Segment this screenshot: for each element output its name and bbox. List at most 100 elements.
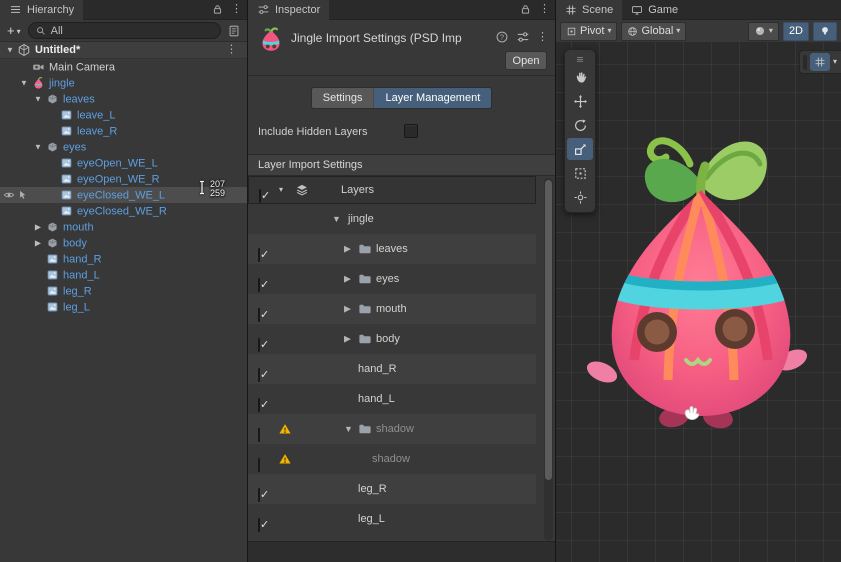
layer-row-hand_L[interactable]: hand_L — [248, 384, 536, 414]
foldout-closed-icon[interactable]: ▶ — [344, 274, 351, 285]
hierarchy-item-leg_L[interactable]: leg_L — [0, 299, 247, 315]
layer-row-leg_R[interactable]: leg_R — [248, 474, 536, 504]
hierarchy-item-eyeOpen_WE_L[interactable]: eyeOpen_WE_L — [0, 155, 247, 171]
foldout-open-icon[interactable]: ▼ — [332, 214, 341, 224]
layer-rows: ▼jingle ▶ leaves ▶eyes▶mouth▶bodyhand_Rhand… — [248, 204, 555, 534]
hierarchy-item-hand_R[interactable]: hand_R — [0, 251, 247, 267]
hierarchy-item-eyeClosed_WE_R[interactable]: eyeClosed_WE_R — [0, 203, 247, 219]
foldout-open-icon[interactable]: ▼ — [32, 95, 44, 104]
layer-label: leaves — [376, 243, 408, 255]
grid-visibility-button[interactable] — [810, 53, 830, 71]
folder-icon — [358, 332, 372, 346]
layer-row-jingle[interactable]: ▼jingle — [248, 204, 536, 234]
folder-icon — [358, 422, 372, 436]
hierarchy-item-leaves[interactable]: ▼leaves — [0, 91, 247, 107]
foldout-closed-icon[interactable]: ▶ — [32, 223, 44, 232]
layer-checkbox[interactable] — [258, 308, 260, 322]
hierarchy-scene-row[interactable]: ▼ Untitled* ⋮ — [0, 42, 247, 59]
tab-inspector[interactable]: Inspector — [248, 0, 329, 20]
hierarchy-item-mouth[interactable]: ▶ mouth — [0, 219, 247, 235]
panel-menu-button[interactable]: ⋮ — [231, 4, 242, 15]
tab-layer-management[interactable]: Layer Management — [374, 88, 491, 108]
shading-mode-dropdown[interactable]: ▾ — [748, 22, 779, 41]
sprite-icon — [46, 269, 59, 282]
overlay-handle[interactable] — [803, 55, 807, 70]
hierarchy-search-field[interactable]: All — [28, 22, 221, 39]
panel-menu-button[interactable]: ⋮ — [539, 4, 550, 15]
layer-checkbox[interactable] — [258, 368, 260, 382]
global-dropdown[interactable]: Global ▾ — [621, 22, 686, 41]
layers-table-header: ▾ Layers — [248, 176, 536, 204]
chevron-down-icon[interactable]: ▾ — [833, 58, 837, 66]
foldout-open-icon[interactable]: ▼ — [4, 46, 16, 55]
tab-settings[interactable]: Settings — [312, 88, 375, 108]
header-menu-button[interactable]: ⋮ — [537, 32, 548, 43]
camera-icon — [32, 61, 45, 74]
pickability-toggle[interactable] — [17, 190, 28, 201]
layer-row-leaves[interactable]: ▶ leaves — [248, 234, 536, 264]
move-tool[interactable] — [567, 90, 593, 112]
toolstrip-handle[interactable] — [574, 52, 586, 65]
toggle-2d-button[interactable]: 2D — [783, 22, 809, 41]
hierarchy-item-body[interactable]: ▶body — [0, 235, 247, 251]
folder-wrap — [358, 302, 372, 316]
scene-viewport[interactable]: ▾ — [556, 42, 841, 562]
scene-lighting-button[interactable] — [813, 22, 837, 41]
layer-row-body[interactable]: ▶body — [248, 324, 536, 354]
hierarchy-item-jingle[interactable]: ▼jingle — [0, 75, 247, 91]
scene-picker-button[interactable] — [225, 24, 243, 38]
foldout-open-icon[interactable]: ▼ — [344, 424, 353, 434]
layer-row-hand_R[interactable]: hand_R — [248, 354, 536, 384]
hierarchy-item-hand_L[interactable]: hand_L — [0, 267, 247, 283]
layer-checkbox[interactable] — [258, 428, 260, 442]
pivot-dropdown[interactable]: Pivot ▾ — [560, 22, 617, 41]
layer-checkbox[interactable] — [258, 248, 260, 262]
open-button[interactable]: Open — [505, 51, 547, 70]
gameobject-icon — [46, 141, 59, 154]
layer-checkbox[interactable] — [258, 278, 260, 292]
layer-checkbox[interactable] — [258, 488, 260, 502]
foldout-closed-icon[interactable]: ▶ — [344, 304, 351, 315]
hierarchy-item-leave_R[interactable]: leave_R — [0, 123, 247, 139]
jingle-character-sprite[interactable] — [586, 120, 836, 430]
hierarchy-item-leg_R[interactable]: leg_R — [0, 283, 247, 299]
tab-game[interactable]: Game — [622, 0, 687, 19]
hierarchy-item-label: mouth — [63, 221, 94, 233]
scrollbar-thumb[interactable] — [545, 180, 552, 480]
layer-checkbox[interactable] — [258, 398, 260, 412]
foldout-closed-icon[interactable]: ▶ — [344, 334, 351, 345]
hierarchy-item-leave_L[interactable]: leave_L — [0, 107, 247, 123]
lock-button[interactable] — [211, 3, 224, 16]
view-hand-tool[interactable] — [567, 66, 593, 88]
presets-button[interactable] — [516, 30, 530, 44]
foldout-closed-icon[interactable]: ▶ — [344, 244, 351, 255]
help-button[interactable]: ? — [495, 30, 509, 44]
layer-row-mouth[interactable]: ▶mouth — [248, 294, 536, 324]
lock-button[interactable] — [519, 3, 532, 16]
layer-row-eyes[interactable]: ▶eyes — [248, 264, 536, 294]
inspector-scrollbar[interactable] — [544, 178, 553, 540]
layers-visibility-button[interactable] — [295, 183, 309, 197]
tab-hierarchy[interactable]: Hierarchy — [0, 0, 83, 20]
visibility-toggle[interactable] — [3, 189, 15, 201]
tab-scene[interactable]: Scene — [556, 0, 622, 20]
foldout-closed-icon[interactable]: ▶ — [32, 239, 44, 248]
layer-label: leg_R — [358, 483, 387, 495]
foldout-open-icon[interactable]: ▼ — [18, 79, 30, 88]
foldout-open-icon[interactable]: ▼ — [32, 143, 44, 152]
hand-tool-icon — [573, 70, 588, 85]
layer-checkbox[interactable] — [258, 518, 260, 532]
import-settings-tabs: Settings Layer Management — [248, 76, 555, 120]
layer-row-shadow[interactable]: ▼shadow — [248, 414, 536, 444]
layer-checkbox[interactable] — [258, 458, 260, 472]
layers-master-checkbox[interactable] — [259, 189, 261, 203]
chevron-down-icon[interactable]: ▾ — [279, 186, 283, 194]
create-object-button[interactable]: +▾ — [4, 23, 24, 38]
layer-row-shadow[interactable]: shadow — [248, 444, 536, 474]
hierarchy-item-eyes[interactable]: ▼eyes — [0, 139, 247, 155]
layer-checkbox[interactable] — [258, 338, 260, 352]
scene-row-menu-button[interactable]: ⋮ — [226, 45, 237, 56]
hierarchy-item-Main Camera[interactable]: Main Camera — [0, 59, 247, 75]
layer-row-leg_L[interactable]: leg_L — [248, 504, 536, 534]
include-hidden-layers-checkbox[interactable] — [404, 124, 418, 138]
